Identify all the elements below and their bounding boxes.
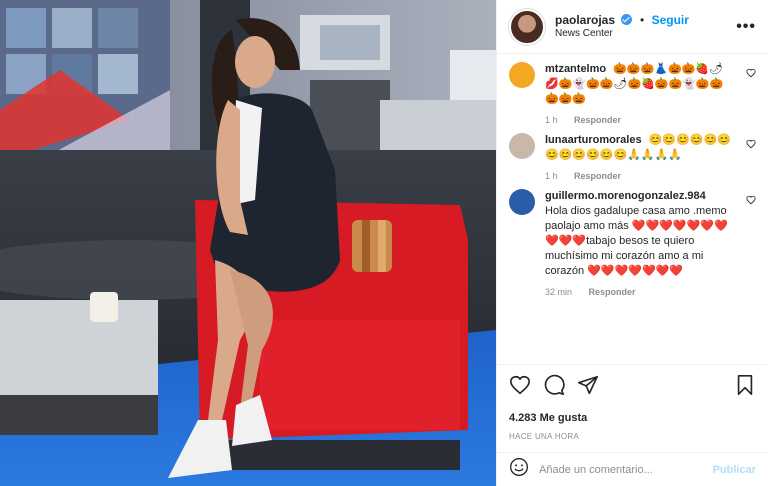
instagram-post: paolarojas • Seguir News Center ••• mtza… (0, 0, 768, 486)
commenter-avatar[interactable] (509, 133, 535, 159)
like-comment-heart-icon[interactable] (746, 139, 756, 149)
likes-count[interactable]: 4.283 Me gusta (509, 412, 587, 424)
post-actions (497, 364, 768, 404)
comment-meta: 1 h Responder (545, 171, 734, 181)
publish-button[interactable]: Publicar (713, 464, 756, 476)
comment-time: 1 h (545, 115, 558, 125)
comment-username[interactable]: mtzantelmo (545, 63, 606, 75)
comment-input[interactable] (537, 462, 713, 477)
save-bookmark-icon[interactable] (734, 374, 756, 396)
comment-time: 1 h (545, 171, 558, 181)
post-header: paolarojas • Seguir News Center ••• (497, 0, 768, 54)
comment-content: Hola dios gadalupe casa amo .memo paolaj… (545, 205, 728, 277)
follow-button[interactable]: Seguir (652, 13, 689, 27)
add-comment-bar: Publicar (497, 452, 768, 486)
comment-username[interactable]: lunaarturomorales (545, 134, 642, 146)
commenter-avatar[interactable] (509, 62, 535, 88)
emoji-icon[interactable] (509, 457, 529, 482)
comment-time: 32 min (545, 287, 573, 297)
comments-list: mtzantelmo 🎃🎃🎃👗🎃🎃🍓🌶💋🎃👻🎃🎃🌶🎃🍓🎃🎃👻🎃🎃🎃🎃🎃 1 h … (497, 54, 768, 340)
like-heart-icon[interactable] (509, 374, 531, 396)
verified-badge-icon (621, 13, 633, 25)
comment-bubble-icon[interactable] (543, 374, 565, 396)
post-photo[interactable] (0, 0, 496, 486)
comment-text: guillermo.morenogonzalez.984 Hola dios g… (545, 189, 734, 279)
post-location[interactable]: News Center (555, 27, 689, 41)
reply-button[interactable]: Responder (589, 287, 636, 297)
comment-item: lunaarturomorales 😊😊😊😊😊😊😊😊😊😊😊😊🙏🙏🙏🙏 1 h R… (509, 125, 756, 181)
comment-meta: 1 h Responder (545, 115, 734, 125)
separator-dot: • (639, 12, 645, 27)
more-options-icon[interactable]: ••• (736, 18, 756, 36)
comment-item: guillermo.morenogonzalez.984 Hola dios g… (509, 181, 756, 297)
comment-meta: 32 min Responder (545, 287, 734, 297)
author-avatar[interactable] (509, 8, 545, 45)
commenter-avatar[interactable] (509, 189, 535, 215)
post-timestamp: Hace una hora (509, 432, 580, 441)
comment-text: lunaarturomorales 😊😊😊😊😊😊😊😊😊😊😊😊🙏🙏🙏🙏 (545, 133, 734, 163)
comment-username[interactable]: guillermo.morenogonzalez.984 (545, 190, 706, 202)
post-sidebar: paolarojas • Seguir News Center ••• mtza… (496, 0, 768, 486)
author-username[interactable]: paolarojas (555, 13, 615, 27)
post-image (0, 0, 496, 486)
author-info: paolarojas • Seguir News Center (555, 13, 689, 41)
reply-button[interactable]: Responder (574, 115, 621, 125)
like-comment-heart-icon[interactable] (746, 68, 756, 78)
share-paper-plane-icon[interactable] (577, 374, 599, 396)
like-comment-heart-icon[interactable] (746, 195, 756, 205)
comment-item: mtzantelmo 🎃🎃🎃👗🎃🎃🍓🌶💋🎃👻🎃🎃🌶🎃🍓🎃🎃👻🎃🎃🎃🎃🎃 1 h … (509, 54, 756, 125)
reply-button[interactable]: Responder (574, 171, 621, 181)
comment-text: mtzantelmo 🎃🎃🎃👗🎃🎃🍓🌶💋🎃👻🎃🎃🌶🎃🍓🎃🎃👻🎃🎃🎃🎃🎃 (545, 62, 734, 107)
